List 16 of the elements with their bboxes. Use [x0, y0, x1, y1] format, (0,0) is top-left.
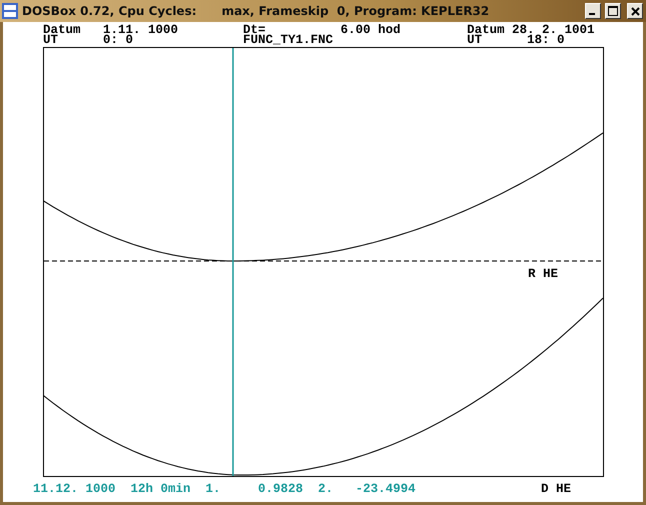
header-text: UT 0: 0 — [43, 35, 134, 45]
header-text: Datum 28. 2. 1001 — [467, 25, 595, 35]
close-icon — [630, 6, 640, 16]
line-label: R HE — [528, 269, 558, 279]
header-text: Datum 1.11. 1000 — [43, 25, 180, 35]
maximize-icon — [608, 6, 618, 16]
readout-text: 11.12. 1000 12h 0min 1. 0.9828 2. -23.4994 — [33, 484, 417, 494]
curve-label: D HE — [541, 484, 572, 494]
minimize-button[interactable] — [585, 3, 601, 19]
header-text: UT 18: 0 — [467, 35, 565, 45]
header-text: Dt= 6.00 hod — [243, 25, 402, 35]
header-text: FUNC_TY1.FNC — [243, 35, 334, 45]
app-icon — [2, 3, 18, 19]
maximize-button[interactable] — [605, 3, 621, 19]
window-title: DOSBox 0.72, Cpu Cycles: max, Frameskip 0, Program: KEPLER32 — [22, 4, 490, 18]
close-button[interactable] — [627, 3, 643, 19]
